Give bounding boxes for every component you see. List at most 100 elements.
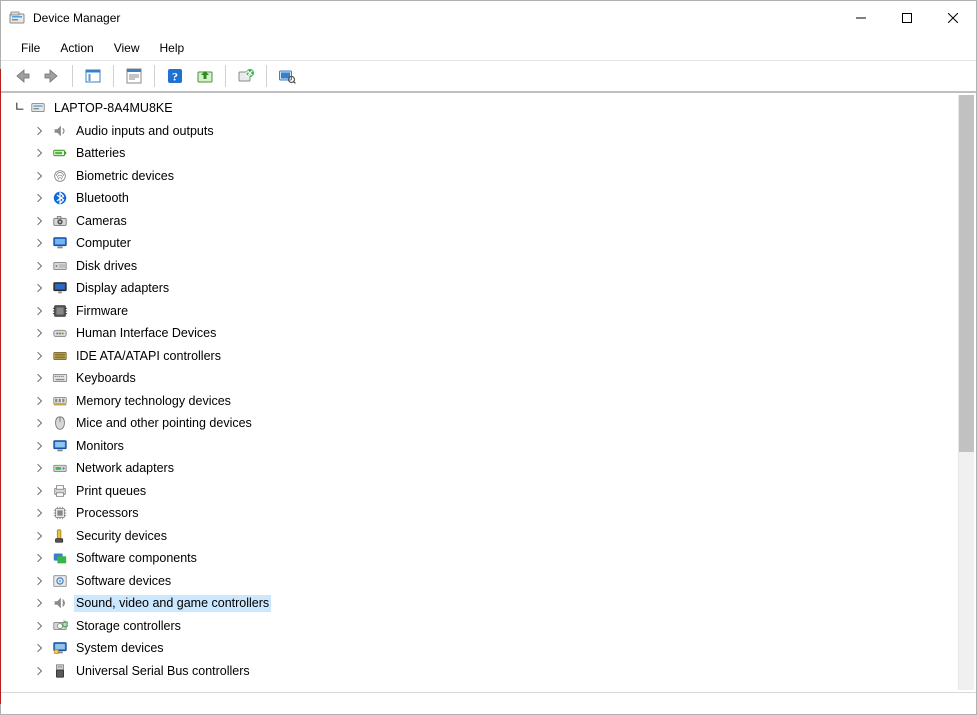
- properties-button[interactable]: [119, 63, 149, 89]
- display-icon: [51, 279, 69, 297]
- menu-file[interactable]: File: [11, 39, 50, 57]
- help-button[interactable]: ?: [160, 63, 190, 89]
- expand-toggle-icon[interactable]: [33, 506, 47, 520]
- device-tree[interactable]: LAPTOP-8A4MU8KE Audio inputs and outputs B…: [1, 93, 958, 692]
- scrollbar-thumb[interactable]: [959, 95, 974, 452]
- expand-toggle-icon[interactable]: [33, 439, 47, 453]
- close-button[interactable]: [930, 1, 976, 35]
- tree-category[interactable]: Universal Serial Bus controllers: [1, 660, 958, 683]
- expand-toggle-icon[interactable]: [33, 146, 47, 160]
- tree-category-label: System devices: [74, 640, 166, 657]
- expand-toggle-icon[interactable]: [33, 259, 47, 273]
- toolbar-container: ?: [1, 60, 976, 93]
- tree-category[interactable]: Display adapters: [1, 277, 958, 300]
- toolbar-separator: [72, 65, 73, 87]
- toolbar-separator: [266, 65, 267, 87]
- tree-category[interactable]: Cameras: [1, 210, 958, 233]
- expand-toggle-icon[interactable]: [33, 169, 47, 183]
- memory-icon: [51, 392, 69, 410]
- expand-toggle-icon[interactable]: [33, 304, 47, 318]
- pc-icon: [29, 99, 47, 117]
- tree-category[interactable]: Memory technology devices: [1, 390, 958, 413]
- uninstall-device-button[interactable]: [231, 63, 261, 89]
- tree-category-label: Audio inputs and outputs: [74, 123, 216, 140]
- expand-toggle-icon[interactable]: [33, 574, 47, 588]
- tree-category[interactable]: Monitors: [1, 435, 958, 458]
- tree-category[interactable]: Computer: [1, 232, 958, 255]
- back-button[interactable]: [7, 63, 37, 89]
- storage-icon: [51, 617, 69, 635]
- tree-category[interactable]: Storage controllers: [1, 615, 958, 638]
- expand-toggle-icon[interactable]: [33, 236, 47, 250]
- tree-category-label: Bluetooth: [74, 190, 131, 207]
- tree-category[interactable]: Firmware: [1, 300, 958, 323]
- tree-category[interactable]: Processors: [1, 502, 958, 525]
- maximize-button[interactable]: [884, 1, 930, 35]
- tree-category[interactable]: Bluetooth: [1, 187, 958, 210]
- expand-toggle-icon[interactable]: [11, 101, 25, 115]
- expand-toggle-icon[interactable]: [33, 349, 47, 363]
- tree-category-label: Disk drives: [74, 258, 139, 275]
- menu-view[interactable]: View: [104, 39, 150, 57]
- ide-icon: [51, 347, 69, 365]
- tree-category[interactable]: Audio inputs and outputs: [1, 120, 958, 143]
- expand-toggle-icon[interactable]: [33, 641, 47, 655]
- tree-category[interactable]: Print queues: [1, 480, 958, 503]
- minimize-button[interactable]: [838, 1, 884, 35]
- expand-toggle-icon[interactable]: [33, 191, 47, 205]
- tree-category-label: Print queues: [74, 483, 148, 500]
- expand-toggle-icon[interactable]: [33, 596, 47, 610]
- expand-toggle-icon[interactable]: [33, 124, 47, 138]
- toolbar-separator: [225, 65, 226, 87]
- tree-category[interactable]: Biometric devices: [1, 165, 958, 188]
- app-icon: [9, 10, 25, 26]
- toolbar-separator: [113, 65, 114, 87]
- hid-icon: [51, 324, 69, 342]
- tree-category[interactable]: Security devices: [1, 525, 958, 548]
- svg-text:?: ?: [172, 70, 178, 84]
- forward-button[interactable]: [37, 63, 67, 89]
- tree-category[interactable]: Sound, video and game controllers: [1, 592, 958, 615]
- expand-toggle-icon[interactable]: [33, 371, 47, 385]
- expand-toggle-icon[interactable]: [33, 281, 47, 295]
- tree-category[interactable]: Keyboards: [1, 367, 958, 390]
- print-icon: [51, 482, 69, 500]
- menu-help[interactable]: Help: [150, 39, 195, 57]
- tree-category-label: Firmware: [74, 303, 130, 320]
- expand-toggle-icon[interactable]: [33, 551, 47, 565]
- show-hide-console-tree-button[interactable]: [78, 63, 108, 89]
- vertical-scrollbar[interactable]: [958, 95, 974, 690]
- tree-category[interactable]: Software devices: [1, 570, 958, 593]
- expand-toggle-icon[interactable]: [33, 326, 47, 340]
- network-icon: [51, 459, 69, 477]
- tree-category[interactable]: Human Interface Devices: [1, 322, 958, 345]
- usb-icon: [51, 662, 69, 680]
- tree-category[interactable]: Mice and other pointing devices: [1, 412, 958, 435]
- expand-toggle-icon[interactable]: [33, 484, 47, 498]
- expand-toggle-icon[interactable]: [33, 394, 47, 408]
- expand-toggle-icon[interactable]: [33, 619, 47, 633]
- expand-toggle-icon[interactable]: [33, 664, 47, 678]
- toolbar-separator: [154, 65, 155, 87]
- expand-toggle-icon[interactable]: [33, 461, 47, 475]
- expand-toggle-icon[interactable]: [33, 214, 47, 228]
- tree-category[interactable]: Software components: [1, 547, 958, 570]
- title-bar[interactable]: Device Manager: [1, 1, 976, 35]
- tree-category-label: Batteries: [74, 145, 127, 162]
- tree-category-label: Software components: [74, 550, 199, 567]
- scan-hardware-button[interactable]: [272, 63, 302, 89]
- tree-category[interactable]: Network adapters: [1, 457, 958, 480]
- tree-category[interactable]: Batteries: [1, 142, 958, 165]
- tree-category[interactable]: System devices: [1, 637, 958, 660]
- tree-root-label: LAPTOP-8A4MU8KE: [52, 100, 175, 117]
- tree-category-label: Universal Serial Bus controllers: [74, 663, 252, 680]
- tree-category-label: Mice and other pointing devices: [74, 415, 254, 432]
- firmware-icon: [51, 302, 69, 320]
- update-driver-button[interactable]: [190, 63, 220, 89]
- expand-toggle-icon[interactable]: [33, 416, 47, 430]
- tree-root[interactable]: LAPTOP-8A4MU8KE: [1, 97, 958, 120]
- menu-action[interactable]: Action: [50, 39, 103, 57]
- tree-category[interactable]: IDE ATA/ATAPI controllers: [1, 345, 958, 368]
- expand-toggle-icon[interactable]: [33, 529, 47, 543]
- tree-category[interactable]: Disk drives: [1, 255, 958, 278]
